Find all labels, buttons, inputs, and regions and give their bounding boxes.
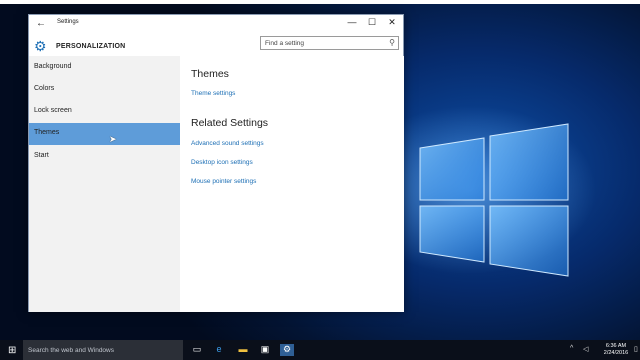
taskbar-search-placeholder: Search the web and Windows [28,347,114,354]
back-arrow-icon[interactable]: ← [36,18,46,29]
sidebar-item-colors[interactable]: Colors [29,79,180,101]
related-settings-heading: Related Settings [191,117,269,129]
chevron-up-icon[interactable]: ^ [570,345,573,352]
taskbar-search-input[interactable]: Search the web and Windows [23,340,183,360]
start-windows-icon[interactable]: ⊞ [8,345,16,356]
main-content: Themes Theme settings Related Settings A… [180,56,404,312]
sidebar-item-label: Themes [34,129,60,136]
advanced-sound-settings-link[interactable]: Advanced sound settings [191,140,264,147]
clock-date: 2/24/2016 [603,350,629,356]
gear-icon: ⚙ [34,38,47,54]
sidebar-item-lock-screen[interactable]: Lock screen [29,101,180,123]
page-title: PERSONALIZATION [56,43,126,50]
close-button[interactable]: ✕ [385,17,399,28]
window-title: Settings [57,19,79,25]
theme-settings-link[interactable]: Theme settings [191,90,235,97]
taskbar: ⊞ Search the web and Windows ▭ e ▬ ▣ ⚙ ^… [0,340,640,360]
desktop-icon-settings-link[interactable]: Desktop icon settings [191,159,253,166]
sidebar-item-label: Background [34,63,72,70]
maximize-button[interactable]: ☐ [365,17,379,28]
search-placeholder: Find a setting [265,40,305,47]
sidebar-item-label: Colors [34,85,55,92]
sidebar: Background Colors Lock screen Themes Sta… [29,56,180,312]
mouse-pointer-settings-link[interactable]: Mouse pointer settings [191,178,256,185]
settings-gear-icon[interactable]: ⚙ [280,344,294,356]
clock[interactable]: 6:36 AM 2/24/2016 [600,343,632,357]
mouse-cursor-icon: ➤ [109,134,117,144]
sidebar-item-themes[interactable]: Themes [29,123,180,145]
settings-window: ← Settings — ☐ ✕ ⚙ PERSONALIZATION Find … [28,14,404,312]
file-explorer-icon[interactable]: ▬ [236,344,250,356]
minimize-button[interactable]: — [345,17,359,27]
notification-icon[interactable]: ▯ [634,345,638,353]
sidebar-item-start[interactable]: Start [29,146,180,168]
title-bar[interactable]: ← Settings — ☐ ✕ [29,15,403,33]
search-input[interactable]: Find a setting ⚲ [260,36,399,50]
task-view-icon[interactable]: ▭ [190,344,204,356]
sidebar-item-label: Lock screen [34,107,72,114]
search-icon[interactable]: ⚲ [389,38,395,47]
store-icon[interactable]: ▣ [258,344,272,356]
speaker-icon[interactable]: ◁ [583,345,588,353]
content-heading: Themes [191,68,229,80]
sidebar-item-label: Start [34,152,49,159]
clock-time: 6:36 AM [605,343,627,349]
edge-browser-icon[interactable]: e [212,344,226,356]
sidebar-item-background[interactable]: Background [29,57,180,79]
